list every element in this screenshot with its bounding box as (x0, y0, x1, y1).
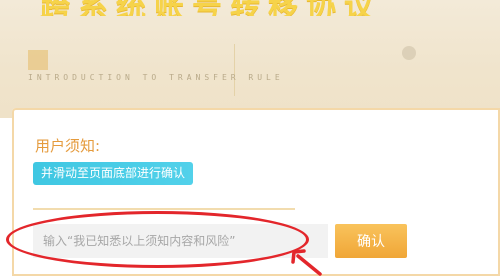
decorative-line (234, 44, 235, 96)
notice-label: 用户须知: (35, 137, 101, 155)
decorative-dot (402, 46, 416, 60)
confirm-button[interactable]: 确认 (335, 224, 407, 258)
header-banner: 跨系统账号转移协议 INTRODUCTION TO TRANSFER RULE (0, 0, 500, 118)
decorative-square (28, 50, 48, 70)
page-title: 跨系统账号转移协议 (40, 0, 460, 16)
scroll-hint-badge: 并滑动至页面底部进行确认 (33, 162, 194, 185)
page-subtitle: INTRODUCTION TO TRANSFER RULE (28, 73, 284, 82)
divider (33, 208, 295, 210)
confirmation-input[interactable] (33, 224, 328, 258)
